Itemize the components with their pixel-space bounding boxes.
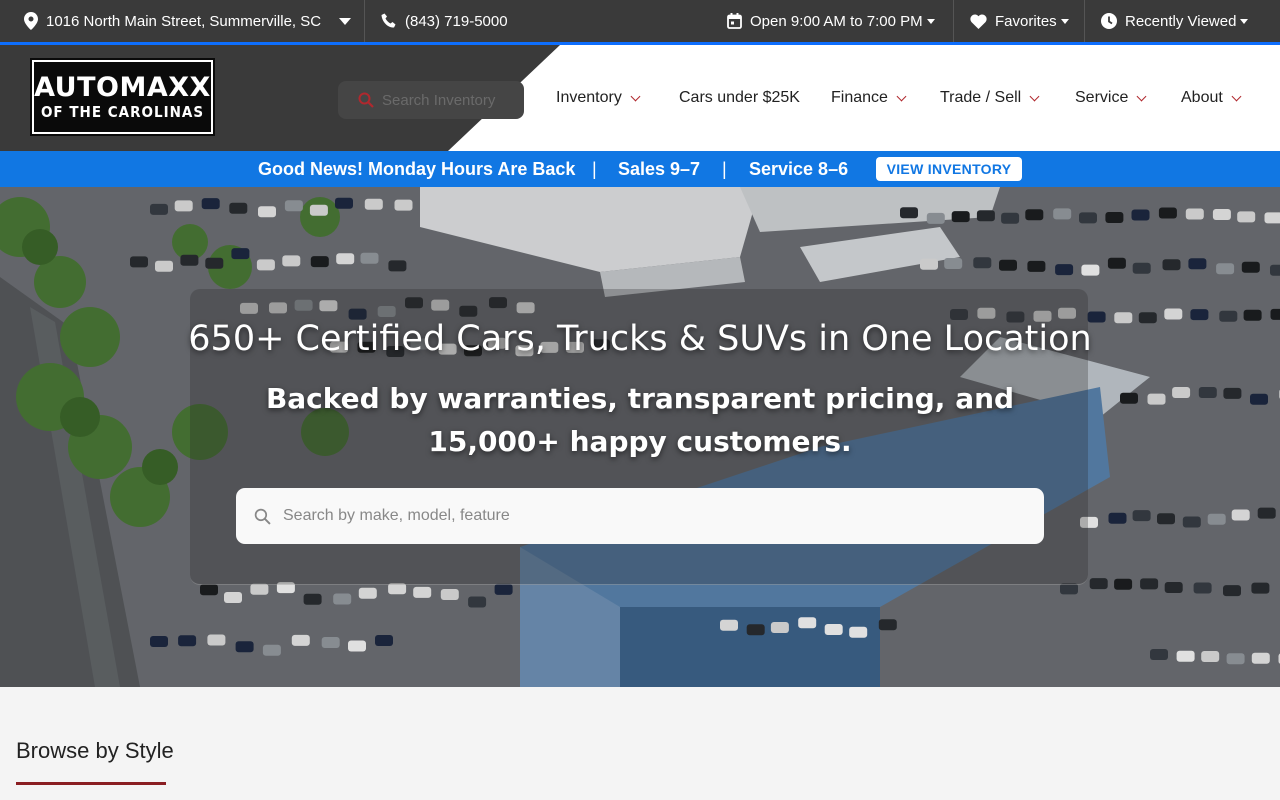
recently-viewed-label: Recently Viewed [1125, 12, 1237, 30]
favorites-label: Favorites [995, 12, 1057, 30]
hero-search-input[interactable] [283, 507, 983, 525]
chevron-down-icon [339, 17, 352, 25]
header-search-input[interactable]: Search Inventory [338, 81, 524, 119]
nav-inventory-label: Inventory [556, 89, 622, 106]
browse-by-style-heading: Browse by Style [16, 738, 174, 763]
hero-title: 650+ Certified Cars, Trucks & SUVs in On… [188, 319, 1092, 359]
automaxx-logo[interactable]: AUTOMAXX OF THE CAROLINAS [30, 58, 215, 136]
chevron-down-icon [926, 18, 935, 24]
nav-service-label: Service [1075, 89, 1129, 106]
calendar-icon [727, 13, 742, 29]
chevron-down-icon [630, 91, 641, 101]
promo-divider: | [722, 159, 727, 179]
hero-subtitle: Backed by warranties, transparent pricin… [265, 382, 1015, 458]
top-utility-bar: 1016 North Main Street, Summerville, SC … [0, 0, 1280, 45]
nav-about-label: About [1181, 89, 1223, 106]
promo-service-hours: Service 8–6 [749, 159, 849, 179]
hours-dropdown[interactable]: Open 9:00 AM to 7:00 PM [727, 0, 935, 42]
favorites-dropdown[interactable]: Favorites [970, 0, 1069, 42]
phone-text: (843) 719-5000 [405, 12, 508, 30]
nav-about[interactable]: About [1181, 45, 1242, 151]
logo-line-1: AUTOMAXX [34, 72, 211, 103]
phone-link[interactable]: (843) 719-5000 [381, 0, 508, 42]
promo-divider: | [592, 159, 597, 179]
view-inventory-button[interactable]: VIEW INVENTORY [876, 157, 1022, 181]
chevron-down-icon [1136, 91, 1147, 101]
clock-icon [1101, 13, 1117, 29]
header-search-placeholder: Search Inventory [382, 91, 496, 109]
nav-cars-under-25k-label: Cars under $25K [679, 89, 800, 106]
hero-section: 650+ Certified Cars, Trucks & SUVs in On… [0, 187, 1280, 687]
chevron-down-icon [896, 91, 907, 101]
heart-icon [970, 14, 987, 29]
search-icon [254, 508, 271, 525]
recently-viewed-dropdown[interactable]: Recently Viewed [1101, 0, 1249, 42]
nav-cars-under-25k[interactable]: Cars under $25K [679, 45, 800, 151]
chevron-down-icon [1060, 18, 1069, 24]
site-header: AUTOMAXX OF THE CAROLINAS Search Invento… [0, 45, 1280, 151]
hours-text: Open 9:00 AM to 7:00 PM [750, 12, 923, 30]
promo-news: Good News! Monday Hours Are Back [258, 159, 576, 179]
nav-finance-label: Finance [831, 89, 888, 106]
address-text: 1016 North Main Street, Summerville, SC [46, 12, 322, 30]
chevron-down-icon [1029, 91, 1040, 101]
heading-underline [16, 782, 166, 785]
chevron-down-icon [1231, 91, 1242, 101]
promo-sales-hours: Sales 9–7 [618, 159, 701, 179]
phone-icon [381, 13, 396, 28]
location-selector[interactable]: 1016 North Main Street, Summerville, SC [24, 0, 352, 42]
nav-finance[interactable]: Finance [831, 45, 907, 151]
map-pin-icon [24, 12, 38, 30]
search-icon [358, 92, 374, 108]
chevron-down-icon [1240, 18, 1249, 24]
nav-inventory[interactable]: Inventory [556, 45, 641, 151]
promo-bar: Good News! Monday Hours Are Back | Sales… [0, 151, 1280, 187]
logo-line-2: OF THE CAROLINAS [40, 103, 205, 121]
nav-service[interactable]: Service [1075, 45, 1147, 151]
nav-trade-sell[interactable]: Trade / Sell [940, 45, 1040, 151]
nav-trade-sell-label: Trade / Sell [940, 89, 1022, 106]
hero-search-bar[interactable] [236, 488, 1044, 544]
